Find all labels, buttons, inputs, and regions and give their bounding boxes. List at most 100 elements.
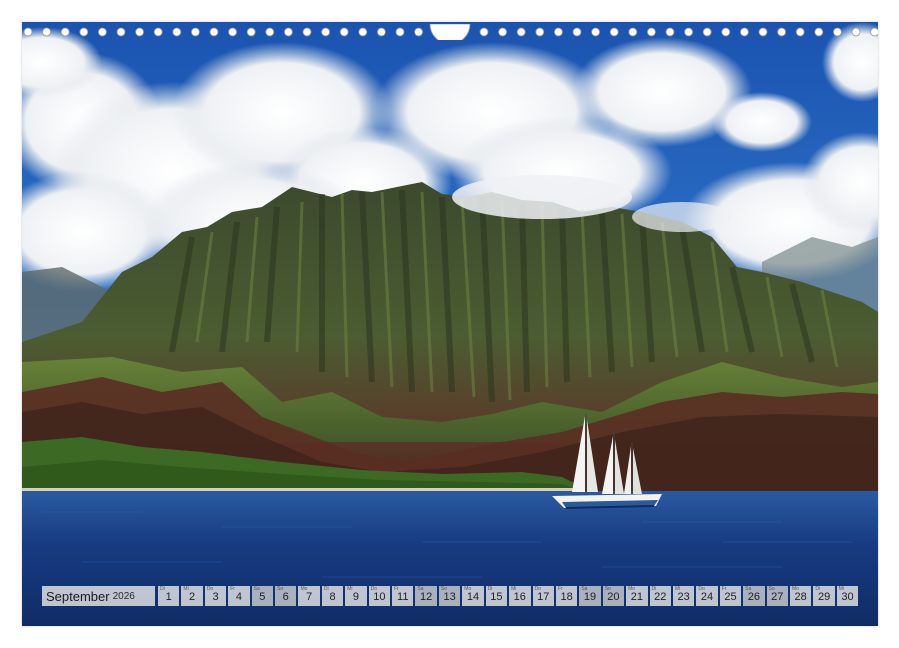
day-cell: Mo 28 bbox=[789, 586, 812, 606]
day-cell: Fr 25 bbox=[719, 586, 742, 606]
binding-hole bbox=[283, 27, 293, 37]
binding-hole bbox=[358, 27, 368, 37]
day-of-week: Mo bbox=[628, 586, 636, 592]
binding-hole bbox=[795, 27, 805, 37]
day-of-week: Mi bbox=[838, 586, 845, 592]
day-cell: Di 22 bbox=[649, 586, 671, 606]
day-cell: Mi 2 bbox=[181, 586, 203, 606]
day-cell: So 27 bbox=[766, 586, 788, 606]
binding-hole bbox=[98, 27, 107, 37]
day-cell: Di 8 bbox=[321, 586, 344, 606]
binding-hole bbox=[498, 27, 508, 37]
binding-hole bbox=[516, 27, 526, 37]
day-of-week: Do bbox=[206, 586, 214, 592]
binding-hole bbox=[265, 27, 275, 37]
binding-hole bbox=[414, 27, 424, 37]
day-number: 8 bbox=[329, 591, 336, 603]
binding-hole bbox=[535, 27, 545, 37]
day-of-week: So bbox=[604, 586, 611, 592]
day-of-week: Fr bbox=[230, 586, 235, 592]
day-cell: Di 1 bbox=[158, 586, 180, 606]
binding-hole bbox=[665, 27, 675, 37]
day-cell: Sa 26 bbox=[743, 586, 765, 606]
day-number: 2 bbox=[189, 591, 196, 603]
photo-kalalau-coast-sailboat bbox=[22, 22, 878, 626]
day-cell: Mo 7 bbox=[298, 586, 320, 606]
day-of-week: Sa bbox=[253, 586, 260, 592]
day-cell: So 13 bbox=[438, 586, 461, 606]
day-of-week: So bbox=[440, 586, 447, 592]
binding-hole bbox=[870, 27, 878, 37]
day-number: 6 bbox=[282, 591, 289, 603]
day-of-week: Mi bbox=[347, 586, 353, 592]
day-number: 4 bbox=[235, 591, 242, 603]
day-cell: So 6 bbox=[275, 586, 297, 606]
binding-hole bbox=[833, 27, 842, 37]
day-cell: Mo 21 bbox=[626, 586, 648, 606]
binding-hole bbox=[228, 27, 238, 37]
day-of-week: Sa bbox=[417, 586, 424, 592]
binding-hole bbox=[721, 27, 731, 37]
day-cells: Di 1 Mi 2 Do 3 Fr 4 Sa 5 So 6 Mo 7 Di 8 Mi 9 Do 10 Fr 11 Sa 12 S… bbox=[158, 586, 859, 606]
binding-hole bbox=[851, 27, 861, 37]
day-number: 5 bbox=[259, 591, 266, 603]
day-cell: Do 3 bbox=[204, 586, 227, 606]
day-cell: Mi 23 bbox=[672, 586, 695, 606]
day-cell: Mi 9 bbox=[345, 586, 367, 606]
day-cell: Mi 16 bbox=[509, 586, 531, 606]
binding-hole bbox=[572, 27, 582, 37]
day-of-week: Mi bbox=[674, 586, 681, 592]
binding-hole bbox=[79, 27, 89, 37]
day-of-week: Sa bbox=[745, 586, 752, 592]
day-of-week: Do bbox=[698, 586, 705, 592]
binding-hole bbox=[246, 27, 256, 37]
calendar-strip: September 2026 Di 1 Mi 2 Do 3 Fr 4 Sa 5 So 6 Mo 7 Di 8 M… bbox=[42, 586, 859, 606]
binding-hole bbox=[591, 27, 600, 37]
day-of-week: Di bbox=[651, 586, 657, 592]
day-of-week: Di bbox=[160, 586, 165, 592]
day-cell: Fr 18 bbox=[555, 586, 578, 606]
binding-hole bbox=[647, 27, 656, 37]
day-cell: Fr 11 bbox=[392, 586, 414, 606]
day-cell: Mi 30 bbox=[836, 586, 859, 606]
day-of-week: Fr bbox=[394, 586, 399, 592]
binding-hole bbox=[395, 27, 405, 37]
calendar-page: September 2026 Di 1 Mi 2 Do 3 Fr 4 Sa 5 So 6 Mo 7 Di 8 M… bbox=[0, 0, 899, 648]
day-of-week: Mo bbox=[791, 586, 799, 592]
day-of-week: Di bbox=[323, 586, 329, 592]
day-of-week: Fr bbox=[557, 586, 563, 592]
day-of-week: So bbox=[277, 586, 284, 592]
binding-hole bbox=[740, 27, 749, 37]
day-number: 1 bbox=[165, 591, 172, 603]
binding-hole bbox=[758, 27, 768, 37]
day-cell: Di 15 bbox=[485, 586, 508, 606]
binding-hole bbox=[339, 27, 349, 37]
day-of-week: Di bbox=[487, 586, 493, 592]
binding-hole bbox=[702, 27, 712, 37]
day-cell: Sa 5 bbox=[251, 586, 274, 606]
day-cell: Di 29 bbox=[813, 586, 835, 606]
binding-hole bbox=[376, 27, 386, 37]
day-cell: Sa 19 bbox=[579, 586, 601, 606]
day-of-week: Mo bbox=[300, 586, 308, 592]
month-name: September bbox=[46, 588, 110, 604]
binding-hole bbox=[190, 27, 200, 37]
day-number: 3 bbox=[212, 591, 219, 603]
binding-hole bbox=[302, 27, 312, 37]
day-number: 9 bbox=[352, 591, 360, 603]
binding-hole bbox=[777, 27, 786, 37]
month-label: September 2026 bbox=[42, 586, 155, 606]
day-cell: Do 24 bbox=[696, 586, 718, 606]
binding-hole bbox=[42, 27, 52, 37]
binding-hole bbox=[814, 27, 824, 37]
day-cell: So 20 bbox=[602, 586, 625, 606]
spiral-binding bbox=[22, 24, 878, 40]
binding-hole bbox=[172, 27, 182, 37]
binding-hole bbox=[321, 27, 331, 37]
binding-hole bbox=[554, 27, 563, 37]
hanger-notch bbox=[429, 24, 471, 40]
day-of-week: Mo bbox=[464, 586, 472, 592]
binding-hole bbox=[209, 27, 219, 37]
binding-hole bbox=[479, 27, 489, 37]
day-of-week: Di bbox=[815, 586, 821, 592]
